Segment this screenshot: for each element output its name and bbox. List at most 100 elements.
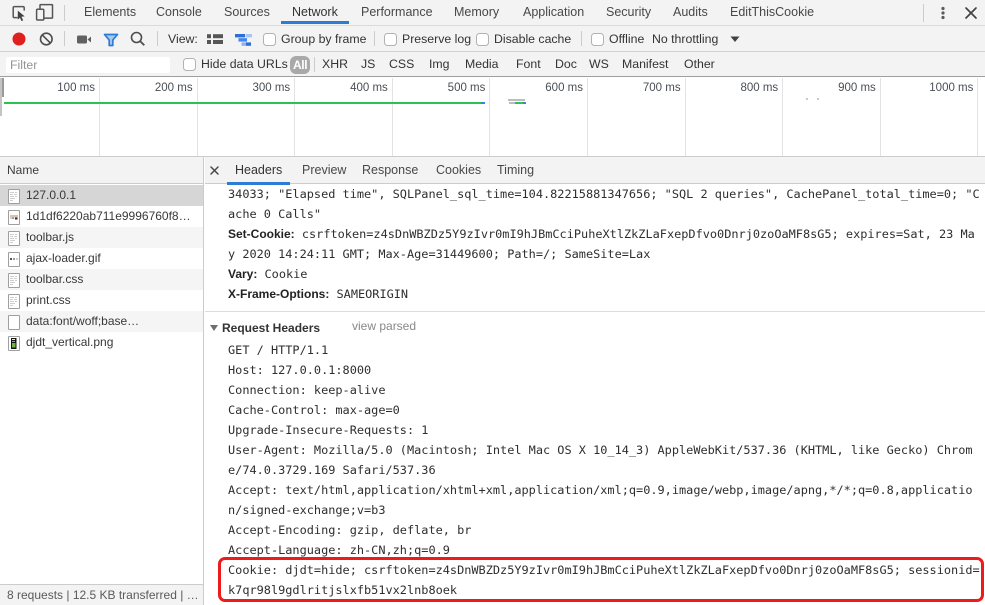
main-tab-security[interactable]: Security: [606, 0, 651, 26]
filter-type-css[interactable]: CSS: [389, 52, 414, 77]
timeline-gridline: [977, 78, 979, 156]
capture-screenshots-icon[interactable]: [76, 26, 92, 52]
image-photo-icon: [7, 209, 20, 225]
request-row-toolbar.js[interactable]: toolbar.js: [0, 227, 203, 248]
toolbar-separator-2: [157, 31, 158, 46]
toolbar-separator-3: [374, 31, 375, 46]
requests-panel: Name 127.0.0.1 1d1df6220ab711e9996760f8… t…: [0, 157, 204, 605]
request-header-line: Accept: text/html,application/xhtml+xml,…: [228, 482, 973, 497]
overview-bar: [3, 102, 481, 104]
main-tab-audits[interactable]: Audits: [673, 0, 708, 26]
request-name: 1d1df6220ab711e9996760f8…: [26, 209, 191, 223]
request-row-data-font-woff-base-[interactable]: data:font/woff;base…: [0, 311, 203, 332]
request-header-line: User-Agent: Mozilla/5.0 (Macintosh; Inte…: [228, 442, 973, 457]
kebab-menu-icon[interactable]: [935, 0, 951, 26]
network-toolbar: View: Group by frame Preserve log Disabl…: [0, 26, 985, 52]
timeline-tick-label: 500 ms: [447, 82, 486, 94]
request-name: data:font/woff;base…: [26, 314, 140, 328]
filter-type-ws[interactable]: WS: [589, 52, 609, 77]
hide-data-urls-checkbox[interactable]: [183, 57, 196, 71]
main-tab-network[interactable]: Network: [281, 0, 349, 26]
offline-checkbox[interactable]: [591, 32, 604, 46]
document-icon: [7, 230, 20, 246]
main-tab-application[interactable]: Application: [523, 0, 584, 26]
request-row-djdt-vertical.png[interactable]: djdt_vertical.png: [0, 332, 203, 353]
timeline-tick-label: 200 ms: [154, 82, 193, 94]
network-filter-bar: Hide data URLs All XHR JS CSS Img Media Font D…: [0, 52, 985, 77]
header-name: X-Frame-Options:: [228, 286, 330, 301]
main-tab-console[interactable]: Console: [156, 0, 202, 26]
cookie-highlight-box: [217, 557, 984, 602]
response-header-line: Set-Cookie: csrftoken=z4sDnWBZDz5Y9zIvr0…: [228, 227, 975, 241]
filter-type-all[interactable]: All: [290, 55, 311, 74]
view-label: View:: [168, 32, 198, 46]
request-row-1d1df6220ab711e9996760f8-[interactable]: 1d1df6220ab711e9996760f8…: [0, 206, 203, 227]
group-by-frame-checkbox[interactable]: [263, 32, 276, 46]
main-tab-elements[interactable]: Elements: [84, 0, 136, 26]
close-details-icon[interactable]: [205, 157, 223, 184]
close-devtools-icon[interactable]: [962, 0, 980, 26]
main-tab-editthiscookie[interactable]: EditThisCookie: [730, 0, 814, 26]
detail-tab-preview[interactable]: Preview: [302, 157, 346, 184]
detail-tab-cookies[interactable]: Cookies: [436, 157, 481, 184]
timeline-tick-label: 800 ms: [740, 82, 779, 94]
disable-cache-checkbox[interactable]: [476, 32, 489, 46]
clear-network-log-icon[interactable]: [39, 26, 54, 52]
request-name: toolbar.js: [26, 230, 75, 244]
menu-separator: [923, 4, 924, 22]
use-small-rows-icon[interactable]: [206, 26, 224, 52]
request-name: djdt_vertical.png: [26, 335, 114, 349]
request-row-toolbar.css[interactable]: toolbar.css: [0, 269, 203, 290]
main-tab-memory[interactable]: Memory: [454, 0, 499, 26]
filter-icon[interactable]: [103, 26, 119, 52]
timeline-tick-label: 900 ms: [838, 82, 876, 94]
document-icon: [7, 293, 20, 309]
response-header-line: 34033; "Elapsed time", SQLPanel_sql_time…: [228, 187, 980, 201]
show-overview-icon[interactable]: [234, 26, 253, 52]
request-row-127.0.0.1[interactable]: 127.0.0.1: [0, 185, 203, 206]
overview-bar: [514, 102, 523, 104]
timeline-gridline: [782, 78, 784, 156]
throttling-dropdown-icon[interactable]: [729, 26, 741, 52]
filter-type-other[interactable]: Other: [684, 52, 715, 77]
main-tab-list: Elements Console Sources Network Performance…: [0, 0, 985, 26]
preserve-log-checkbox[interactable]: [384, 32, 397, 46]
request-row-print.css[interactable]: print.css: [0, 290, 203, 311]
filter-type-js[interactable]: JS: [361, 52, 375, 77]
filter-type-media[interactable]: Media: [465, 52, 499, 77]
request-header-line: n/signed-exchange;v=b3: [228, 502, 386, 517]
filter-type-doc[interactable]: Doc: [555, 52, 577, 77]
filter-type-img[interactable]: Img: [429, 52, 450, 77]
throttling-select[interactable]: No throttling: [652, 26, 718, 52]
search-icon[interactable]: [129, 26, 147, 52]
timeline-gridline: [587, 78, 588, 156]
offline-label: Offline: [609, 32, 645, 46]
headers-pane: 34033; "Elapsed time", SQLPanel_sql_time…: [205, 184, 985, 605]
request-name: ajax-loader.gif: [26, 251, 101, 265]
name-column-header[interactable]: Name: [0, 157, 203, 184]
disclosure-triangle-icon: [210, 324, 218, 331]
filter-type-manifest[interactable]: Manifest: [622, 52, 668, 77]
overview-bar: [481, 102, 485, 104]
main-tab-sources[interactable]: Sources: [224, 0, 270, 26]
filter-type-xhr[interactable]: XHR: [322, 52, 348, 77]
filter-type-font[interactable]: Font: [516, 52, 541, 77]
network-overview[interactable]: 100 ms 200 ms 300 ms 400 ms 500 ms 600 ms 700 …: [0, 78, 985, 157]
timeline-tick-label: 100 ms: [57, 82, 95, 94]
filter-input[interactable]: [6, 57, 170, 73]
response-header-line: X-Frame-Options: SAMEORIGIN: [228, 287, 408, 301]
document-icon: [7, 272, 20, 288]
preserve-log-label: Preserve log: [402, 32, 472, 46]
timeline-gridline: [684, 78, 686, 156]
request-headers-section[interactable]: Request Headers view parsed: [210, 319, 416, 339]
view-parsed-link[interactable]: view parsed: [352, 319, 416, 333]
main-tab-performance[interactable]: Performance: [361, 0, 433, 26]
overview-bar: [508, 99, 525, 101]
detail-tab-headers[interactable]: Headers: [226, 157, 291, 185]
detail-tab-timing[interactable]: Timing: [497, 157, 534, 184]
detail-tab-response[interactable]: Response: [362, 157, 418, 184]
group-by-frame-label: Group by frame: [281, 32, 367, 46]
request-row-ajax-loader.gif[interactable]: ajax-loader.gif: [0, 248, 203, 269]
record-network-log-icon[interactable]: [11, 26, 27, 52]
request-header-line: Accept-Encoding: gzip, deflate, br: [228, 522, 472, 537]
